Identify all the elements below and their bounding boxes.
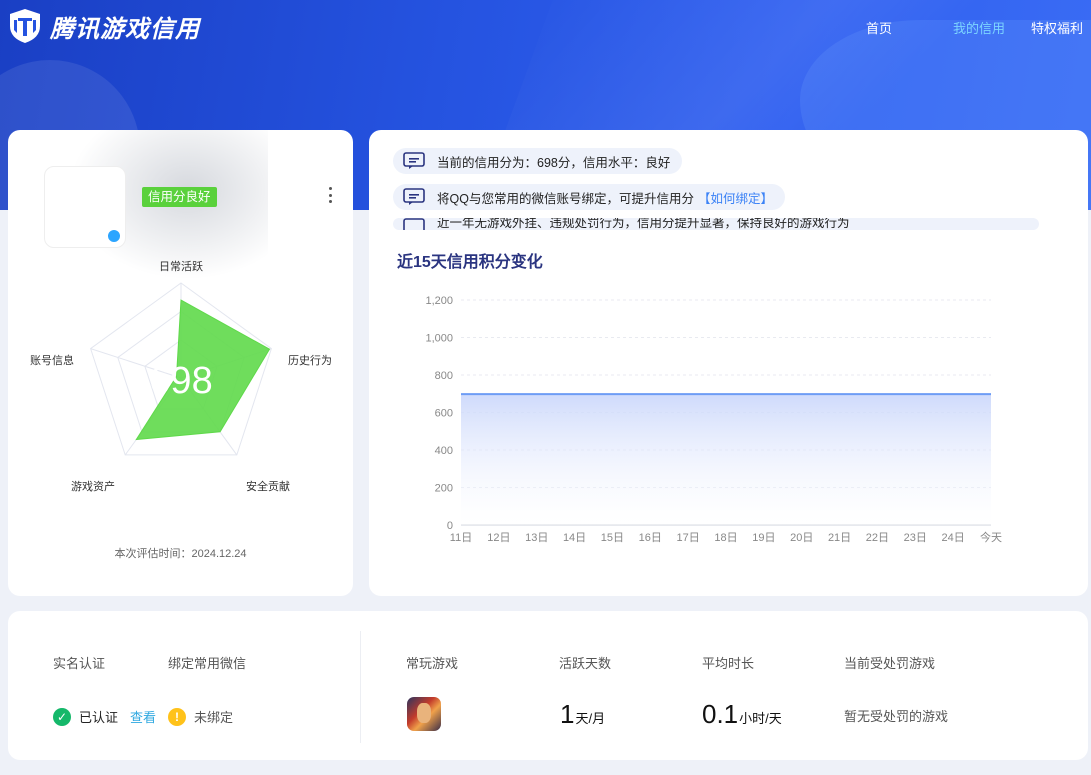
x-tick-label: 17日 [677, 532, 700, 544]
y-tick-label: 800 [435, 370, 453, 382]
radar-label-daily: 日常活跃 [159, 260, 203, 273]
y-tick-label: 1,200 [425, 295, 453, 307]
credit-radar-chart: 698 日常活跃 历史行为 安全贡献 游戏资产 账号信息 [30, 260, 332, 493]
radar-label-assets: 游戏资产 [71, 479, 115, 493]
radar-label-history: 历史行为 [288, 354, 332, 367]
x-tick-label: 13日 [525, 532, 548, 544]
view-link[interactable]: 查看 [130, 707, 156, 726]
active-days-unit: 天/月 [575, 711, 606, 726]
x-tick-label: 16日 [639, 532, 662, 544]
y-tick-label: 200 [435, 483, 453, 495]
message-text: 将QQ与您常用的微信账号绑定，可提升信用分 [437, 191, 694, 206]
avg-time-unit: 小时/天 [739, 711, 782, 726]
top-nav: 首页 我的信用 特权福利 [829, 18, 1085, 37]
game-app-icon[interactable] [407, 697, 441, 731]
radar-label-security: 安全贡献 [246, 479, 290, 493]
check-circle-icon: ✓ [53, 707, 71, 726]
chat-bubble-icon [403, 218, 425, 230]
y-tick-label: 0 [447, 520, 453, 532]
avg-time-number: 0.1 [702, 699, 739, 729]
label-punished-games: 当前受处罚游戏 [844, 656, 936, 671]
x-tick-label: 21日 [828, 532, 851, 544]
credit-message-bind: 将QQ与您常用的微信账号绑定，可提升信用分 【如何绑定】 [393, 184, 785, 210]
credit-message-behavior: 近一年无游戏外挂、违规处罚行为，信用分提升显著，保持良好的游戏行为 [393, 218, 1039, 230]
credit-profile-card: 信用分良好 698 日常活跃 历史行为 安全贡献 游戏资产 账号信息 本次评估时… [8, 130, 353, 596]
x-tick-label: 24日 [942, 532, 965, 544]
x-tick-label: 23日 [904, 532, 927, 544]
label-realname: 实名认证 [53, 656, 106, 671]
credit-detail-card: 当前的信用分为：698分，信用水平：良好 将QQ与您常用的微信账号绑定，可提升信… [369, 130, 1088, 596]
label-avg-time: 平均时长 [702, 656, 755, 671]
warning-circle-icon: ! [168, 707, 186, 726]
punished-games-value: 暂无受处罚的游戏 [844, 709, 949, 724]
chat-bubble-icon [403, 188, 425, 205]
chat-bubble-icon [403, 152, 425, 169]
nav-home[interactable]: 首页 [829, 18, 929, 37]
x-tick-label: 12日 [487, 532, 510, 544]
series-area [461, 394, 991, 525]
x-tick-label: 15日 [601, 532, 624, 544]
nav-privileges[interactable]: 特权福利 [1029, 18, 1085, 37]
label-frequent-game: 常玩游戏 [406, 656, 459, 671]
y-tick-label: 600 [435, 408, 453, 420]
y-tick-label: 1,000 [425, 333, 453, 345]
x-tick-label: 19日 [752, 532, 775, 544]
credit-message-score: 当前的信用分为：698分，信用水平：良好 [393, 148, 683, 174]
shield-logo-icon [10, 9, 40, 43]
credit-score: 698 [149, 360, 212, 402]
active-days-number: 1 [560, 699, 575, 729]
x-tick-label: 11日 [450, 532, 472, 544]
active-days-value: 1 天/月 [560, 699, 605, 730]
more-options-icon[interactable] [326, 186, 334, 204]
x-tick-label: 22日 [866, 532, 889, 544]
brand-name: 腾讯游戏信用 [50, 15, 200, 43]
x-tick-label: 14日 [563, 532, 586, 544]
brand-logo[interactable]: 腾讯游戏信用 [8, 8, 200, 44]
nav-my-credit[interactable]: 我的信用 [929, 18, 1029, 37]
divider [360, 631, 361, 743]
avg-time-value: 0.1 小时/天 [702, 699, 782, 730]
qq-icon [106, 228, 122, 244]
label-wechat: 绑定常用微信 [168, 656, 247, 671]
x-tick-label: 20日 [790, 532, 813, 544]
how-to-bind-link[interactable]: 【如何绑定】 [698, 188, 773, 207]
wechat-status: ! 未绑定 [168, 707, 233, 726]
credit-level-badge: 信用分良好 [142, 187, 217, 207]
message-text: 近一年无游戏外挂、违规处罚行为，信用分提升显著，保持良好的游戏行为 [437, 218, 850, 230]
account-summary-card: 实名认证 绑定常用微信 常玩游戏 活跃天数 平均时长 当前受处罚游戏 ✓ 已认证… [8, 611, 1088, 760]
x-tick-label: 18日 [714, 532, 737, 544]
realname-status-text: 已认证 [79, 710, 119, 725]
credit-trend-chart: 0 200 400 600 800 1,000 1,200 11日 12日 13日 14日 15日 1… [425, 295, 1002, 544]
x-tick-label: 今天 [980, 530, 1002, 544]
y-tick-label: 400 [435, 445, 453, 457]
message-text: 当前的信用分为：698分，信用水平：良好 [437, 155, 671, 170]
radar-label-account: 账号信息 [30, 353, 74, 367]
realname-status: ✓ 已认证 查看 [53, 707, 156, 726]
label-active-days: 活跃天数 [559, 656, 612, 671]
evaluation-time: 本次评估时间：2024.12.24 [114, 548, 247, 560]
chart-title: 近15天信用积分变化 [397, 254, 543, 271]
wechat-status-text: 未绑定 [194, 710, 234, 725]
